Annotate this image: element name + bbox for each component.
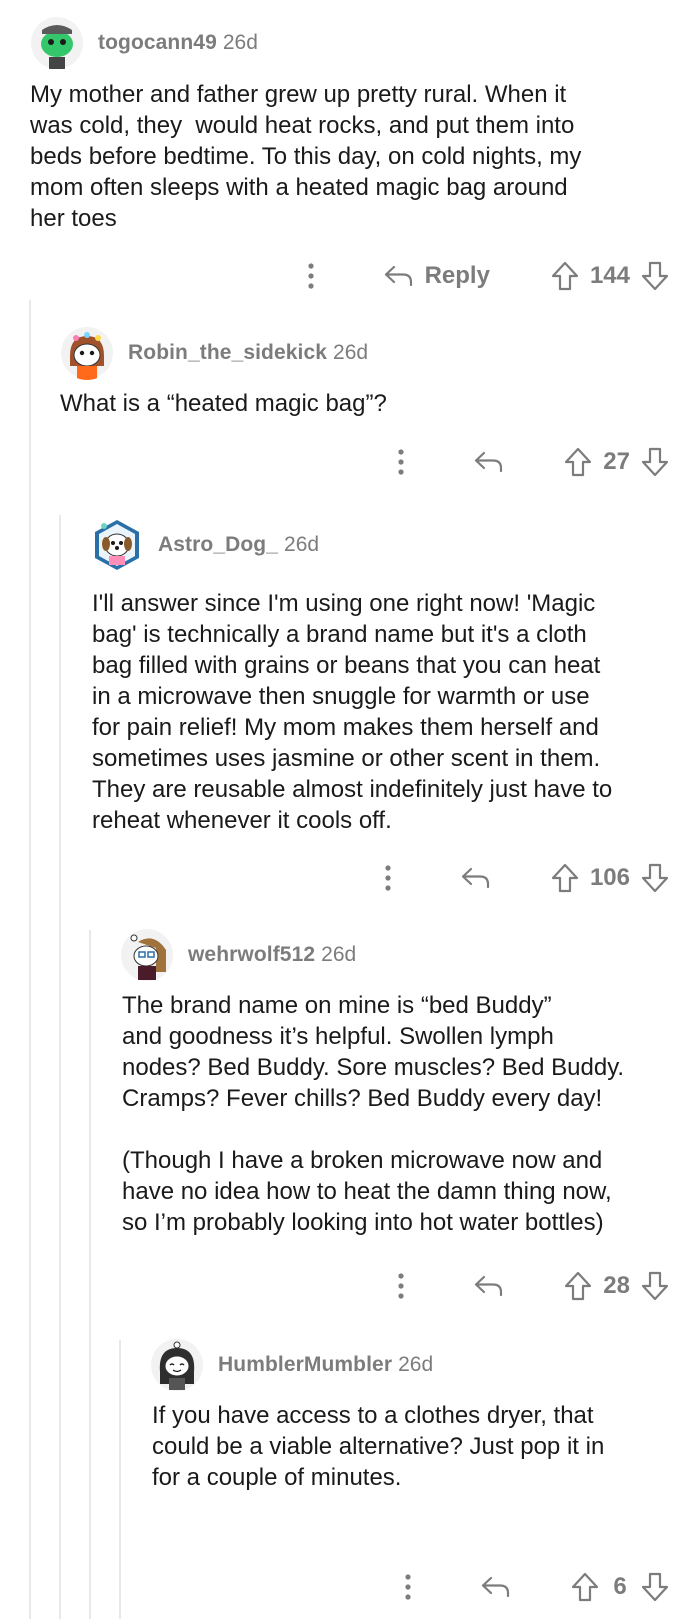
reply-button[interactable] — [480, 1576, 510, 1598]
downvote-icon[interactable] — [640, 1269, 670, 1303]
thread-line-level-1[interactable] — [29, 300, 31, 1619]
upvote-icon[interactable] — [550, 861, 580, 895]
more-options-icon[interactable] — [299, 256, 323, 296]
green-snoo-avatar-icon[interactable] — [30, 16, 84, 70]
vote-group: 28 — [563, 1269, 670, 1303]
upvote-icon[interactable] — [570, 1570, 600, 1604]
downvote-icon[interactable] — [640, 1570, 670, 1604]
comment-body: My mother and father grew up pretty rura… — [30, 81, 582, 232]
comment-body: The brand name on mine is “bed Buddy” an… — [122, 992, 625, 1236]
comment-header: togocann49 26d — [30, 16, 258, 70]
vote-group: 144 — [550, 259, 670, 293]
comment-age: 26d — [333, 341, 369, 364]
dark-hair-snoo-avatar-icon[interactable] — [150, 1338, 204, 1392]
comment-actions: 6 — [396, 1567, 670, 1607]
reply-arrow-icon — [460, 867, 490, 889]
downvote-icon[interactable] — [640, 259, 670, 293]
thread-line-level-2[interactable] — [59, 515, 61, 1619]
comment-author[interactable]: wehrwolf512 — [188, 943, 315, 967]
thread-line-level-4[interactable] — [119, 1340, 121, 1619]
vote-score: 144 — [589, 262, 630, 289]
comment-actions: Reply 144 — [299, 256, 670, 296]
downvote-icon[interactable] — [640, 445, 670, 479]
flower-crown-snoo-avatar-icon[interactable] — [60, 326, 114, 380]
comment-author[interactable]: HumblerMumbler — [218, 1353, 392, 1377]
comment-author[interactable]: togocann49 — [98, 31, 217, 55]
reply-arrow-icon — [473, 1275, 503, 1297]
comment-body: What is a “heated magic bag”? — [60, 390, 387, 417]
reply-arrow-icon — [383, 265, 413, 287]
comment-header: wehrwolf512 26d — [120, 928, 356, 982]
brown-hair-snoo-avatar-icon[interactable] — [120, 928, 174, 982]
more-options-icon[interactable] — [389, 1266, 413, 1306]
comment-actions: 28 — [389, 1266, 670, 1306]
comment-author[interactable]: Astro_Dog_ — [158, 533, 278, 557]
upvote-icon[interactable] — [550, 259, 580, 293]
comment-actions: 27 — [389, 442, 670, 482]
more-options-icon[interactable] — [396, 1567, 420, 1607]
comment-author[interactable]: Robin_the_sidekick — [128, 341, 327, 365]
thread-line-level-3[interactable] — [89, 930, 91, 1619]
comment-body: I'll answer since I'm using one right no… — [92, 590, 613, 834]
downvote-icon[interactable] — [640, 861, 670, 895]
vote-group: 106 — [550, 861, 670, 895]
comment-header: HumblerMumbler 26d — [150, 1338, 433, 1392]
comment-age: 26d — [321, 943, 357, 966]
vote-group: 6 — [570, 1570, 670, 1604]
reply-label: Reply — [424, 262, 490, 289]
comment-actions: 106 — [376, 858, 670, 898]
reply-button[interactable] — [473, 1275, 503, 1297]
upvote-icon[interactable] — [563, 445, 593, 479]
vote-score: 28 — [603, 1272, 630, 1299]
vote-score: 106 — [589, 864, 630, 891]
dog-hexagon-avatar-icon[interactable] — [90, 518, 144, 572]
reply-button[interactable]: Reply — [383, 262, 490, 290]
reply-button[interactable] — [473, 451, 503, 473]
comment-body: If you have access to a clothes dryer, t… — [152, 1402, 605, 1491]
comment-header: Robin_the_sidekick 26d — [60, 326, 368, 380]
comment-age: 26d — [398, 1353, 434, 1376]
comment-age: 26d — [284, 533, 320, 556]
more-options-icon[interactable] — [376, 858, 400, 898]
more-options-icon[interactable] — [389, 442, 413, 482]
reply-arrow-icon — [473, 451, 503, 473]
reply-arrow-icon — [480, 1576, 510, 1598]
comment-header: Astro_Dog_ 26d — [90, 518, 319, 572]
vote-group: 27 — [563, 445, 670, 479]
reply-button[interactable] — [460, 867, 490, 889]
comment-age: 26d — [222, 31, 258, 54]
upvote-icon[interactable] — [563, 1269, 593, 1303]
vote-score: 27 — [603, 448, 630, 475]
vote-score: 6 — [613, 1573, 627, 1600]
